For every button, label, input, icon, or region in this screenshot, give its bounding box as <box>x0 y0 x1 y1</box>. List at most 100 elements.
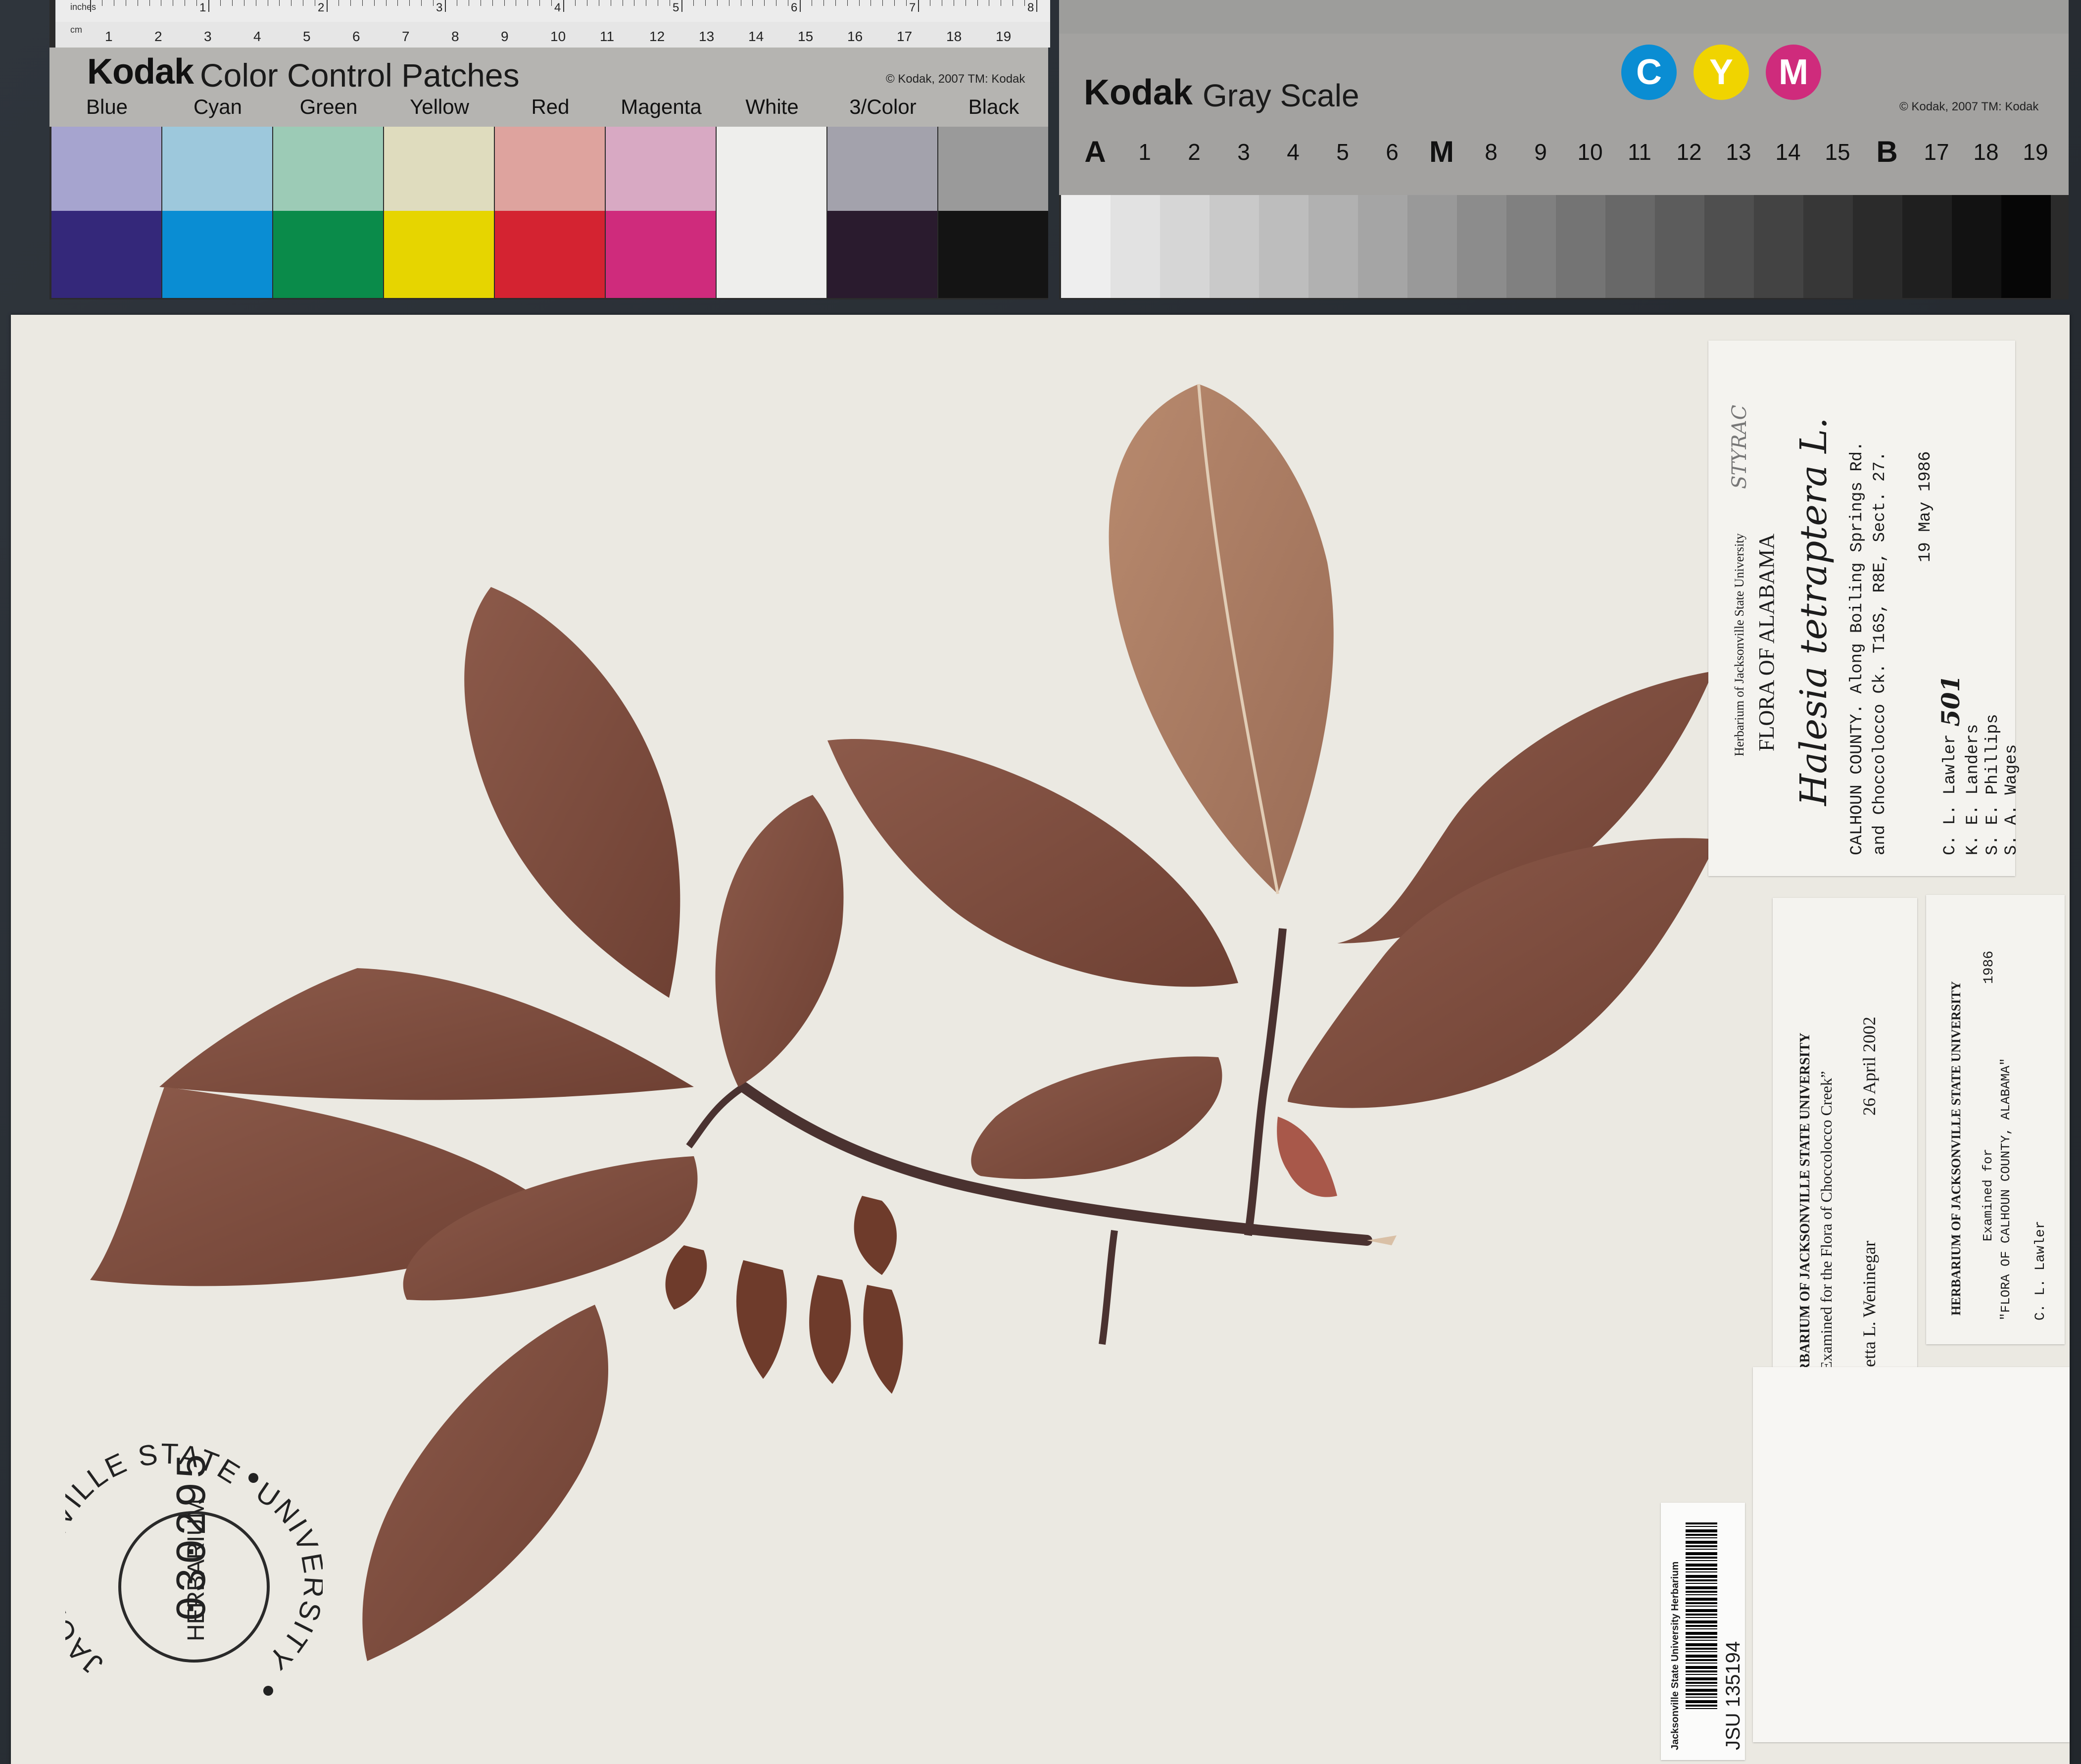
gray-patch <box>1358 195 1407 298</box>
gray-patch <box>1902 195 1952 298</box>
ruler-tick <box>551 0 552 6</box>
ruler-tick <box>327 0 328 12</box>
ruler-tick <box>1036 0 1037 12</box>
label-locality-2: and Choccolocco Ck. T16S, R8E, Sect. 27. <box>1871 451 1889 855</box>
gray-step-label: 9 <box>1534 139 1547 165</box>
stamp-top-arc: JACKSONVILLE STATE <box>65 1443 245 1681</box>
fruit <box>809 1275 851 1384</box>
ruler-tick <box>800 0 801 12</box>
cym-circle: Y <box>1694 45 1749 100</box>
ruler-number: 18 <box>946 29 962 44</box>
ruler-number: 2 <box>154 29 162 44</box>
ruler-number: 7 <box>909 1 916 14</box>
gray-patch <box>1457 195 1506 298</box>
label-collector-3: S. E. Phillips <box>1984 714 2002 855</box>
leaf-left <box>159 968 694 1100</box>
annotation-heading: HERBARIUM OF JACKSONVILLE STATE UNIVERSI… <box>1949 981 1963 1316</box>
barcode-institution: Jacksonville State University Herbarium <box>1670 1561 1681 1750</box>
leaf-right-lower <box>1288 838 1718 1108</box>
ruler-number: 3 <box>436 1 443 14</box>
gray-step-label: 5 <box>1336 139 1349 165</box>
ruler-tick <box>409 0 410 6</box>
gray-step-label: M <box>1429 135 1454 168</box>
specimen-packet <box>1753 1367 2070 1742</box>
color-patch-light <box>495 127 605 211</box>
annotation-examined: “Examined for the Flora of Choccolocco C… <box>1817 1071 1835 1378</box>
label-locality-1: CALHOUN COUNTY. Along Boiling Springs Rd… <box>1848 441 1867 855</box>
ruler-tick <box>1024 0 1025 6</box>
ruler-number: 19 <box>996 29 1012 44</box>
gray-patch <box>1308 195 1358 298</box>
svg-text:UNIVERSITY: UNIVERSITY <box>250 1476 323 1677</box>
color-patch-dark <box>384 211 494 298</box>
leaf-top <box>1109 384 1334 894</box>
gray-patch <box>1952 195 2001 298</box>
gray-step-label: 2 <box>1188 139 1201 165</box>
main-label: Herbarium of Jacksonville State Universi… <box>1708 341 2021 876</box>
gray-patch <box>1605 195 1655 298</box>
color-patch-dark <box>606 211 716 298</box>
leaf-small-center <box>971 1056 1222 1179</box>
patch-label: White <box>745 95 799 118</box>
patch-label: Green <box>299 95 358 118</box>
ruler-tick <box>492 0 493 6</box>
ruler-number: 9 <box>501 29 509 44</box>
gray-step-label: 10 <box>1577 139 1603 165</box>
inch-ruler: inches 1 2 3 4 5 6 7 8 <box>55 0 1050 22</box>
annotation-heading: HERBARIUM OF JACKSONVILLE STATE UNIVERSI… <box>1797 1032 1813 1393</box>
gray-patch <box>1259 195 1308 298</box>
annotation-label-1986: HERBARIUM OF JACKSONVILLE STATE UNIVERSI… <box>1926 895 2065 1344</box>
gray-step-label: 15 <box>1825 139 1850 165</box>
cm-ruler: cm 1 2 3 4 5 6 7 8 9 10 11 12 13 14 15 16 17 18 19 <box>55 22 1050 48</box>
label-collector-4: S. A. Wages <box>2002 744 2021 855</box>
gray-patch <box>1407 195 1457 298</box>
annotation-project: "FLORA OF CALHOUN COUNTY, ALABAMA" <box>1998 1058 2013 1321</box>
ruler-tick <box>882 0 883 6</box>
ruler-number: 16 <box>847 29 863 44</box>
gray-patch <box>1556 195 1605 298</box>
ruler-tick <box>232 0 233 6</box>
gray-card-title: Gray Scale <box>1203 78 1359 113</box>
ruler-number: 11 <box>600 29 615 44</box>
ruler-tick <box>717 0 718 6</box>
ruler-number: 4 <box>253 29 261 44</box>
ruler-tick <box>906 0 907 6</box>
gray-patch <box>1160 195 1210 298</box>
ruler-tick <box>350 0 351 6</box>
label-collector-1: C. L. Lawler <box>1941 734 1960 855</box>
ruler-tick <box>894 0 895 6</box>
ruler-tick <box>220 0 221 6</box>
patch-label: Red <box>531 95 570 118</box>
barcode-label: Jacksonville State University Herbarium … <box>1661 1503 1745 1760</box>
patch-label: Blue <box>86 95 128 118</box>
gray-patch <box>1754 195 1803 298</box>
gray-patch <box>1655 195 1704 298</box>
gray-step-label: 12 <box>1676 139 1702 165</box>
color-patch-dark <box>827 211 937 298</box>
ruler-number: 12 <box>649 29 665 44</box>
color-patch-light <box>827 127 937 211</box>
gray-patch <box>1061 195 1111 298</box>
ruler-tick <box>279 0 280 6</box>
barcode <box>1686 1522 1717 1711</box>
herbarium-round-stamp: JACKSONVILLE STATE UNIVERSITY HERBARIUM <box>65 1443 323 1696</box>
color-patch-light <box>162 127 272 211</box>
ruler-number: 4 <box>554 1 561 14</box>
ruler-tick <box>421 0 422 6</box>
ruler-tick <box>563 0 564 12</box>
label-species: Halesia tetraptera L. <box>1792 417 1835 806</box>
gray-patch <box>1853 195 1902 298</box>
ruler-tick <box>752 0 753 6</box>
ruler-tick <box>504 0 505 6</box>
color-patch-dark <box>717 211 826 298</box>
label-collector-2: K. E. Landers <box>1964 724 1983 855</box>
ruler-tick <box>764 0 765 6</box>
gray-patch <box>2001 195 2051 298</box>
gray-step-label: B <box>1876 135 1898 168</box>
label-handwritten-family: STYRAC <box>1728 404 1751 489</box>
ruler-tick <box>539 0 540 6</box>
color-patch-light <box>273 127 383 211</box>
gray-step-label: 11 <box>1628 139 1651 165</box>
ruler-number: 13 <box>699 29 715 44</box>
ruler-tick <box>397 0 398 6</box>
